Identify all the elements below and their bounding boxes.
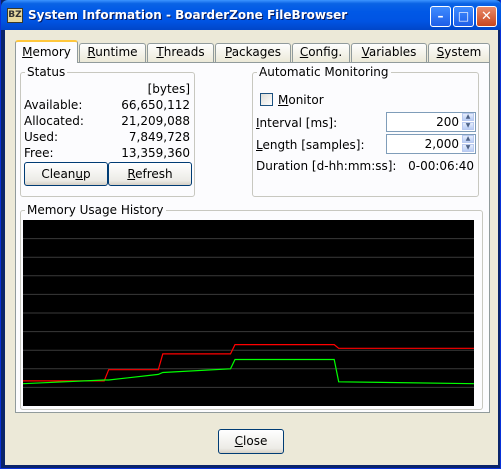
memory-usage-chart — [23, 220, 474, 406]
used-label: Used: — [24, 130, 59, 144]
length-label: Length [samples]: — [256, 138, 365, 152]
free-value: 13,359,360 — [121, 146, 190, 160]
tab-config[interactable]: Config. — [292, 43, 350, 62]
close-button[interactable]: Close — [218, 429, 284, 454]
system-information-window: BZ System Information - BoarderZone File… — [0, 0, 501, 469]
tab-label: System — [436, 45, 482, 59]
maximize-icon[interactable]: □ — [453, 6, 474, 27]
duration-value: 0-00:06:40 — [408, 159, 474, 173]
tab-label: Config. — [299, 45, 343, 59]
status-group-title: Status — [25, 65, 68, 79]
tab-memory[interactable]: Memory — [15, 40, 78, 63]
interval-value[interactable]: 200 — [436, 115, 459, 129]
refresh-button[interactable]: Refresh — [108, 162, 192, 186]
tab-label: Threads — [156, 45, 205, 59]
status-units: [bytes] — [147, 82, 190, 96]
available-value: 66,650,112 — [121, 98, 190, 112]
tab-variables[interactable]: Variables — [351, 43, 427, 62]
allocated-value: 21,209,088 — [121, 114, 190, 128]
tab-packages[interactable]: Packages — [215, 43, 291, 62]
spinner-up-icon[interactable]: ▲ — [462, 135, 474, 143]
cleanup-button[interactable]: Cleanup — [24, 162, 108, 186]
tab-label: Packages — [225, 45, 281, 59]
window-title: System Information - BoarderZone FileBro… — [28, 8, 348, 22]
app-icon: BZ — [7, 8, 23, 23]
monitor-label[interactable]: Monitor — [278, 93, 324, 107]
automatic-monitoring-title: Automatic Monitoring — [257, 65, 391, 79]
used-memory-line — [23, 358, 474, 385]
free-label: Free: — [24, 146, 54, 160]
available-label: Available: — [24, 98, 83, 112]
spinner-up-icon[interactable]: ▲ — [462, 113, 474, 121]
monitor-checkbox[interactable] — [260, 93, 273, 106]
status-group: Status [bytes] Available: 66,650,112 All… — [20, 65, 195, 197]
length-value[interactable]: 2,000 — [425, 137, 459, 151]
memory-usage-history-title: Memory Usage History — [25, 203, 166, 217]
minimize-icon[interactable]: – — [430, 6, 451, 27]
spinner-down-icon[interactable]: ▼ — [462, 144, 474, 152]
length-spinner-arrows: ▲ ▼ — [461, 135, 475, 153]
interval-spinner-arrows: ▲ ▼ — [461, 113, 475, 131]
memory-tab-panel: Status [bytes] Available: 66,650,112 All… — [15, 62, 490, 413]
duration-label: Duration [d-hh:mm:ss]: — [256, 159, 397, 173]
allocated-label: Allocated: — [24, 114, 84, 128]
interval-spinner[interactable]: 200 ▲ ▼ — [386, 112, 476, 132]
automatic-monitoring-group: Automatic Monitoring Monitor Interval [m… — [252, 65, 479, 197]
interval-label: Interval [ms]: — [256, 116, 338, 130]
length-spinner[interactable]: 2,000 ▲ ▼ — [386, 134, 476, 154]
tab-label: Variables — [361, 45, 417, 59]
tab-label: Memory — [22, 45, 71, 59]
title-bar[interactable]: BZ System Information - BoarderZone File… — [1, 0, 501, 30]
used-value: 7,849,728 — [128, 130, 190, 144]
spinner-down-icon[interactable]: ▼ — [462, 122, 474, 130]
tab-threads[interactable]: Threads — [147, 43, 214, 62]
tab-system[interactable]: System — [428, 43, 490, 62]
tab-bar: Memory Runtime Threads Packages Config. … — [15, 40, 491, 63]
tab-label: Runtime — [87, 45, 138, 59]
tab-runtime[interactable]: Runtime — [79, 43, 146, 62]
close-icon[interactable]: ✕ — [476, 6, 497, 27]
window-content: Memory Runtime Threads Packages Config. … — [5, 30, 498, 465]
